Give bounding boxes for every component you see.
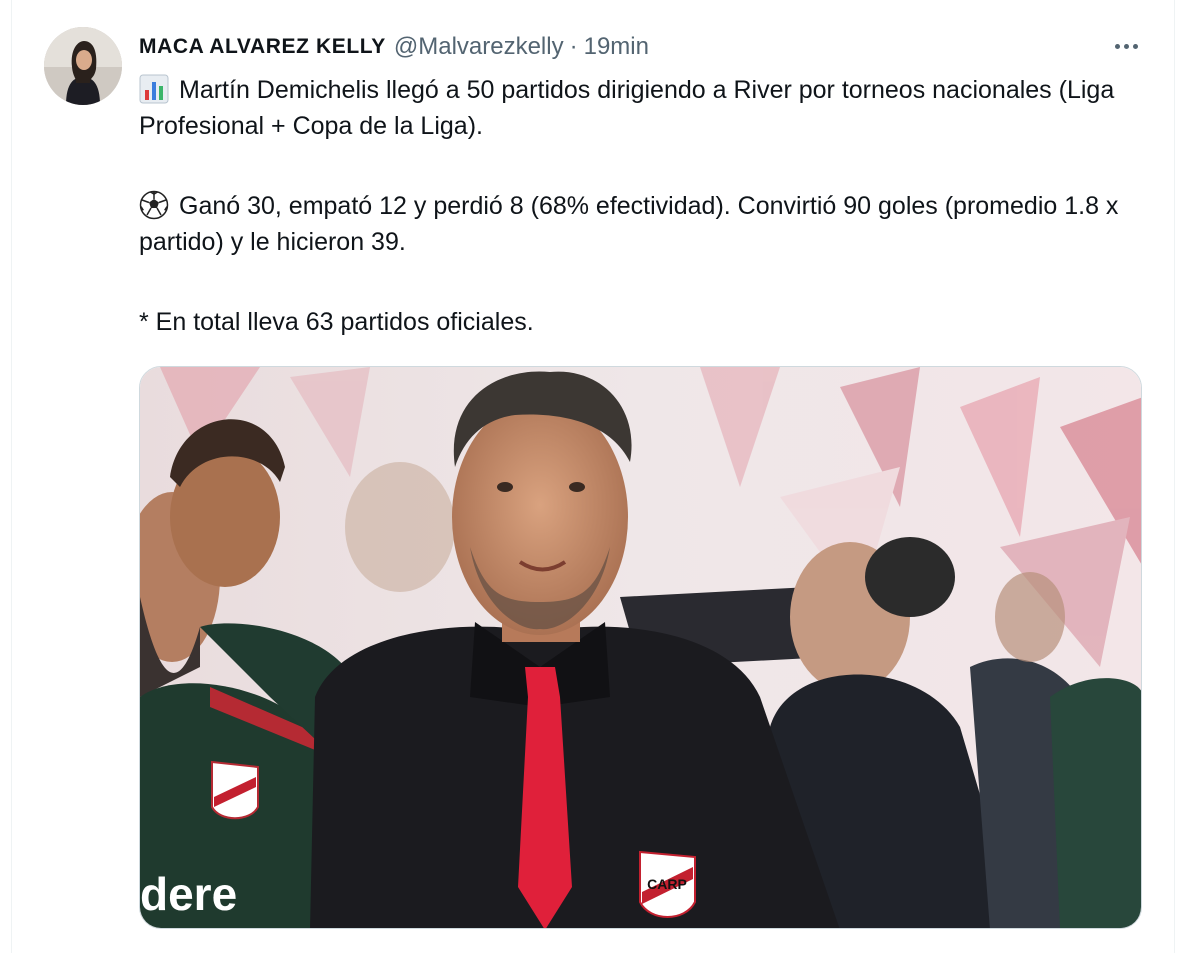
soccer-ball-icon <box>139 190 169 220</box>
author-avatar[interactable] <box>44 27 122 105</box>
tweet-paragraph-2: Ganó 30, empató 12 y perdió 8 (68% efect… <box>139 188 1139 260</box>
tweet-header: MACA ALVAREZ KELLY @Malvarezkelly · 19mi… <box>139 32 649 62</box>
tweet-photo[interactable]: dere CARP <box>139 366 1142 929</box>
badge-text: CARP <box>647 876 687 892</box>
tweet-paragraph-1: Martín Demichelis llegó a 50 partidos di… <box>139 72 1139 144</box>
tweet-text: Martín Demichelis llegó a 50 partidos di… <box>139 72 1139 340</box>
author-name[interactable]: MACA ALVAREZ KELLY <box>139 35 386 59</box>
more-options-icon[interactable] <box>1106 34 1146 58</box>
sponsor-text: dere <box>140 868 237 920</box>
tweet-line-2: Ganó 30, empató 12 y perdió 8 (68% efect… <box>139 192 1119 256</box>
separator-dot: · <box>569 33 578 60</box>
tweet-timestamp[interactable]: 19min <box>584 33 649 61</box>
author-handle[interactable]: @Malvarezkelly <box>394 33 564 61</box>
bar-chart-icon <box>139 74 169 104</box>
tweet-paragraph-3: * En total lleva 63 partidos oficiales. <box>139 304 1139 340</box>
tweet-line-3: * En total lleva 63 partidos oficiales. <box>139 308 534 336</box>
tweet-line-1: Martín Demichelis llegó a 50 partidos di… <box>139 76 1115 140</box>
